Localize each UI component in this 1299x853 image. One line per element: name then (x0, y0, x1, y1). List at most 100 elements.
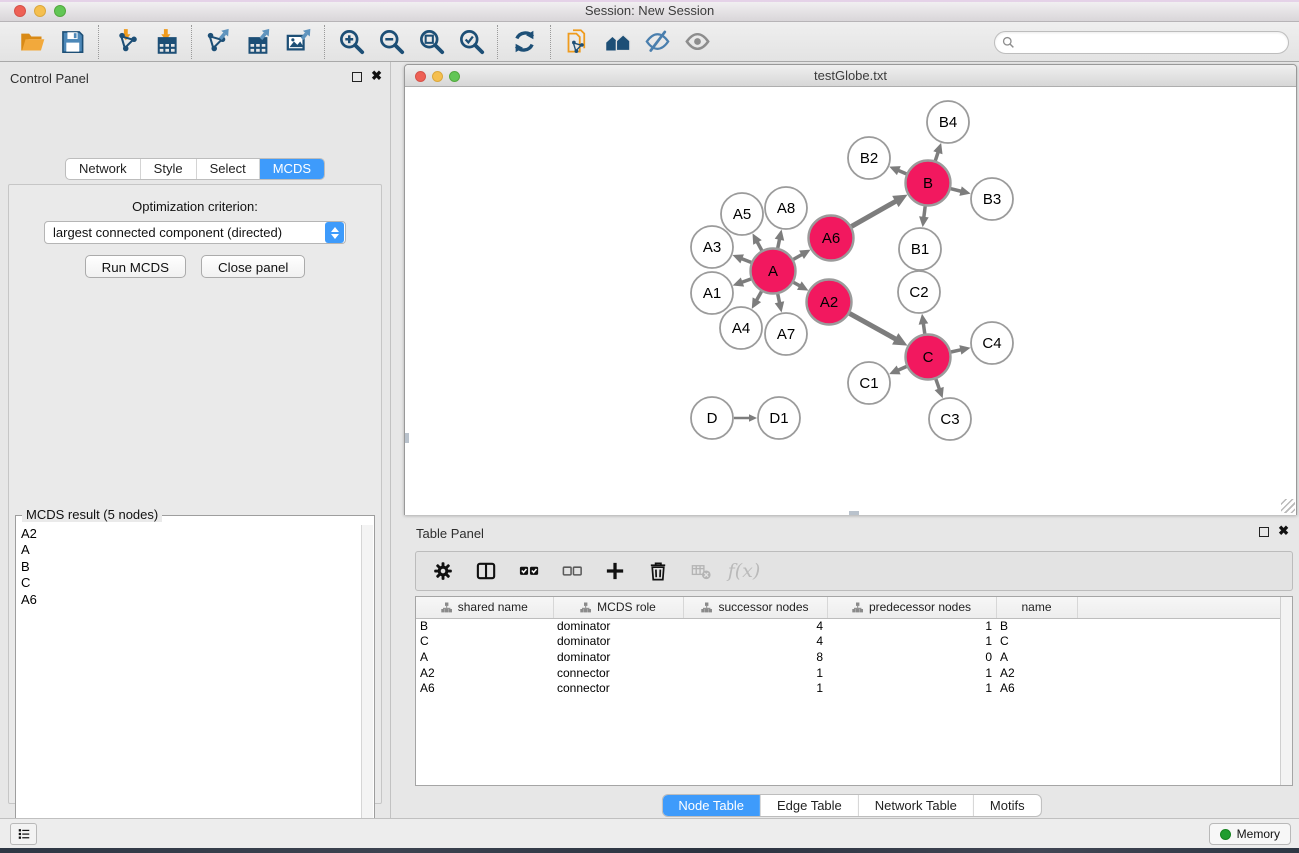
edge-C-C3[interactable] (936, 379, 940, 389)
tab-motifs[interactable]: Motifs (973, 795, 1041, 816)
export-table-icon[interactable] (242, 26, 274, 58)
network-node-C4[interactable]: C4 (971, 322, 1013, 364)
save-icon[interactable] (56, 26, 88, 58)
edge-A2-C[interactable] (850, 313, 897, 339)
task-history-button[interactable] (10, 823, 37, 845)
cell[interactable]: 4 (683, 618, 827, 634)
edge-C-C4[interactable] (951, 350, 961, 352)
table-scrollbar[interactable] (1280, 597, 1292, 785)
import-network-icon[interactable] (109, 26, 141, 58)
delete-row-icon[interactable] (643, 556, 673, 586)
columns-icon[interactable] (471, 556, 501, 586)
network-node-A6[interactable]: A6 (809, 216, 854, 261)
column-header-predecessor-nodes[interactable]: predecessor nodes (827, 597, 996, 618)
cell[interactable]: A6 (996, 680, 1077, 696)
cell[interactable]: 0 (827, 649, 996, 665)
edge-A-A4[interactable] (756, 291, 761, 300)
network-node-C2[interactable]: C2 (898, 271, 940, 313)
edge-C-C2[interactable] (923, 323, 924, 334)
import-table-icon[interactable] (149, 26, 181, 58)
cell[interactable]: B (416, 618, 553, 634)
edge-C-C1[interactable] (898, 366, 907, 370)
edge-A-A8[interactable] (778, 239, 780, 248)
select-all-icon[interactable] (514, 556, 544, 586)
edge-B-B3[interactable] (951, 189, 962, 192)
edge-A-A1[interactable] (742, 279, 751, 282)
refresh-layout-icon[interactable] (508, 26, 540, 58)
network-node-B2[interactable]: B2 (848, 137, 890, 179)
zoom-out-icon[interactable] (375, 26, 407, 58)
cell[interactable]: C (996, 634, 1077, 650)
network-node-C1[interactable]: C1 (848, 362, 890, 404)
result-item[interactable]: A (18, 542, 360, 558)
result-list-scrollbar[interactable] (361, 525, 373, 853)
cell[interactable]: 8 (683, 649, 827, 665)
network-node-C[interactable]: C (906, 335, 951, 380)
close-panel-button[interactable]: Close panel (201, 255, 305, 278)
table-row-A[interactable]: Adominator80A (416, 649, 1292, 665)
network-node-D1[interactable]: D1 (758, 397, 800, 439)
cell[interactable]: 1 (827, 634, 996, 650)
search-input[interactable] (1015, 32, 1288, 53)
network-node-A3[interactable]: A3 (691, 226, 733, 268)
network-node-A4[interactable]: A4 (720, 307, 762, 349)
result-item[interactable]: C (18, 575, 360, 591)
zoom-in-icon[interactable] (335, 26, 367, 58)
edge-B-B1[interactable] (924, 206, 925, 217)
cell[interactable]: A6 (416, 680, 553, 696)
result-item[interactable]: B (18, 559, 360, 575)
cell[interactable]: connector (553, 665, 683, 681)
cell[interactable]: A (996, 649, 1077, 665)
network-node-C3[interactable]: C3 (929, 398, 971, 440)
zoom-fit-icon[interactable] (415, 26, 447, 58)
float-panel-icon[interactable] (352, 72, 362, 82)
network-from-document-icon[interactable] (561, 26, 593, 58)
tab-select[interactable]: Select (196, 159, 259, 179)
folder-open-icon[interactable] (16, 26, 48, 58)
deselect-all-icon[interactable] (557, 556, 587, 586)
cell[interactable]: A2 (996, 665, 1077, 681)
tab-mcds[interactable]: MCDS (259, 159, 324, 179)
edge-B-B2[interactable] (898, 170, 906, 174)
cell[interactable]: 1 (827, 618, 996, 634)
network-node-A[interactable]: A (751, 249, 796, 294)
table-row-B[interactable]: Bdominator41B (416, 618, 1292, 634)
network-node-D[interactable]: D (691, 397, 733, 439)
result-item[interactable]: A2 (18, 526, 360, 542)
home-views-icon[interactable] (601, 26, 633, 58)
network-node-A8[interactable]: A8 (765, 187, 807, 229)
network-node-A2[interactable]: A2 (807, 280, 852, 325)
close-panel-icon[interactable]: ✖ (371, 68, 382, 84)
network-node-A5[interactable]: A5 (721, 193, 763, 235)
network-node-B4[interactable]: B4 (927, 101, 969, 143)
edge-A-A7[interactable] (778, 294, 780, 303)
gear-icon[interactable] (428, 556, 458, 586)
export-network-icon[interactable] (202, 26, 234, 58)
cell[interactable]: C (416, 634, 553, 650)
result-item[interactable]: A6 (18, 592, 360, 608)
network-node-A7[interactable]: A7 (765, 313, 807, 355)
export-image-icon[interactable] (282, 26, 314, 58)
network-canvas[interactable]: B4B2BB3A8A5A6A3B1AA1C2A2A4A7C4CC1C3DD1 (405, 87, 1296, 515)
edge-A-A5[interactable] (757, 242, 762, 251)
column-header-shared-name[interactable]: shared name (416, 597, 553, 618)
edge-A-A2[interactable] (794, 282, 801, 286)
table-row-A6[interactable]: A6connector11A6 (416, 680, 1292, 696)
cell[interactable]: A2 (416, 665, 553, 681)
edge-B-B4[interactable] (935, 152, 938, 161)
network-node-A1[interactable]: A1 (691, 272, 733, 314)
run-mcds-button[interactable]: Run MCDS (85, 255, 186, 278)
cell[interactable]: dominator (553, 634, 683, 650)
table-row-C[interactable]: Cdominator41C (416, 634, 1292, 650)
tab-node-table[interactable]: Node Table (662, 795, 760, 816)
cell[interactable]: 1 (683, 680, 827, 696)
add-row-icon[interactable] (600, 556, 630, 586)
network-node-B[interactable]: B (906, 161, 951, 206)
table-row-A2[interactable]: A2connector11A2 (416, 665, 1292, 681)
edge-A-A3[interactable] (741, 258, 751, 262)
edge-A-A6[interactable] (793, 254, 802, 259)
cell[interactable]: 1 (827, 665, 996, 681)
optimization-criterion-select[interactable]: largest connected component (directed) (44, 221, 346, 244)
column-header-name[interactable]: name (996, 597, 1077, 618)
cell[interactable]: 4 (683, 634, 827, 650)
